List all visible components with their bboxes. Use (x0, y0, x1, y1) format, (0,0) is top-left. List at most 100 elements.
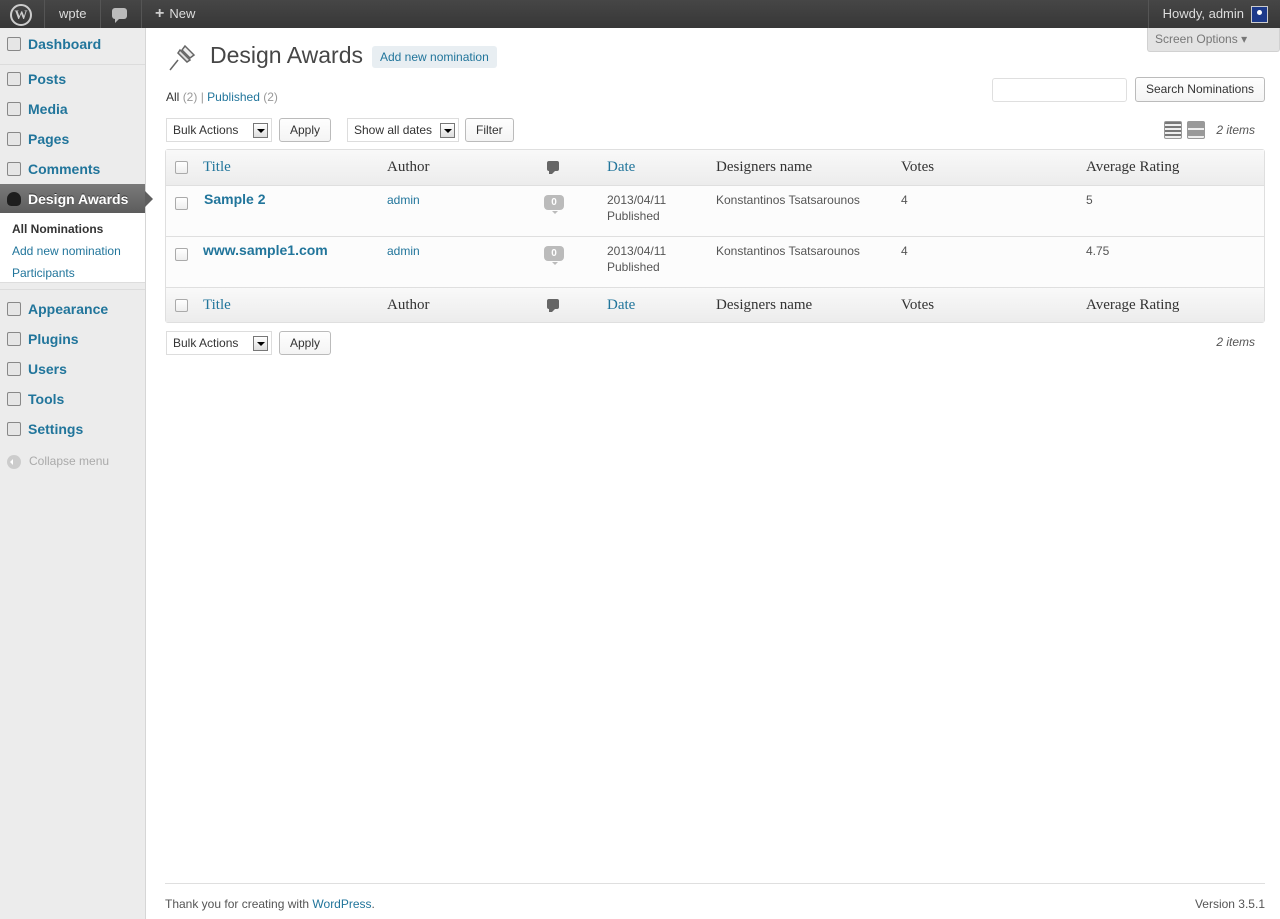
site-name-link[interactable]: wpte (59, 0, 86, 28)
post-status: Published (607, 260, 660, 274)
filter-published-link[interactable]: Published (207, 90, 260, 104)
sidebar-item-label: Design Awards (28, 191, 129, 207)
votes-cell: 4 (901, 193, 908, 207)
sidebar-item-label: Posts (28, 71, 67, 87)
column-designers-header: Designers name (716, 159, 813, 175)
column-title-header[interactable]: Title (203, 159, 231, 176)
sidebar-item-label: Pages (28, 131, 70, 147)
add-new-nomination-button[interactable]: Add new nomination (372, 46, 497, 68)
users-icon (7, 362, 21, 376)
collapse-menu-label: Collapse menu (29, 454, 110, 468)
nomination-title-link[interactable]: Sample 2 (204, 191, 265, 207)
admin-bar-divider (100, 0, 101, 28)
filter-button[interactable]: Filter (465, 118, 514, 142)
sidebar-item-label: Media (28, 101, 68, 117)
apply-button-bottom[interactable]: Apply (279, 331, 332, 355)
new-content-label: New (169, 6, 196, 21)
sidebar-item-plugins[interactable]: Plugins (0, 324, 145, 354)
column-date-header[interactable]: Date (607, 297, 635, 314)
row-checkbox[interactable] (175, 197, 188, 210)
list-view-icon[interactable] (1164, 121, 1182, 139)
sidebar-item-media[interactable]: Media (0, 94, 145, 124)
sidebar-item-users[interactable]: Users (0, 354, 145, 384)
howdy-account-menu[interactable]: Howdy, admin (1163, 0, 1244, 28)
submenu-add-new-nomination[interactable]: Add new nomination (12, 244, 121, 258)
rating-cell: 5 (1086, 193, 1093, 207)
submenu-participants[interactable]: Participants (12, 266, 75, 280)
column-designers-header: Designers name (716, 297, 813, 313)
apply-button-top[interactable]: Apply (279, 118, 332, 142)
bulk-actions-select-top[interactable]: Bulk Actions (166, 118, 272, 142)
award-icon (7, 192, 21, 206)
excerpt-view-icon[interactable] (1187, 121, 1205, 139)
sidebar-item-comments[interactable]: Comments (0, 154, 145, 184)
items-count-top: 2 items (1216, 123, 1255, 137)
sidebar-item-posts[interactable]: Posts (0, 64, 145, 94)
chevron-down-icon: ▾ (1241, 32, 1248, 46)
filter-all-count: (2) (182, 90, 198, 104)
pushpin-icon (169, 44, 196, 71)
wordpress-logo-icon[interactable]: W (10, 0, 34, 28)
main-content: Design Awards Add new nomination Screen … (146, 28, 1280, 919)
select-all-checkbox[interactable] (175, 299, 188, 312)
comments-column-icon (547, 299, 559, 312)
post-status: Published (607, 209, 660, 223)
filter-all-link[interactable]: All (166, 90, 179, 104)
column-title-header[interactable]: Title (203, 297, 231, 314)
nomination-title-link[interactable]: www.sample1.com (203, 242, 328, 258)
page-title: Design Awards (210, 42, 363, 68)
sidebar-item-dashboard[interactable]: Dashboard (0, 29, 145, 59)
date-value: 2013/04/11 (607, 244, 667, 258)
nominations-table: Title Author Date Designers name Votes A… (165, 149, 1265, 323)
table-footer: Title Author Date Designers name Votes A… (166, 287, 1264, 322)
screen-options-label: Screen Options (1155, 32, 1238, 46)
comments-icon (7, 162, 21, 176)
date-cell: 2013/04/11 Published (607, 243, 666, 275)
submenu-all-nominations[interactable]: All Nominations (12, 222, 103, 236)
comments-icon[interactable] (112, 0, 130, 28)
plus-icon: + (155, 5, 165, 22)
sidebar-item-label: Users (28, 361, 67, 377)
designers-cell: Konstantinos Tsatsarounos (716, 244, 860, 258)
date-cell: 2013/04/11 Published (607, 192, 666, 224)
footer-divider (165, 883, 1265, 884)
comments-column-icon (547, 161, 559, 174)
date-value: 2013/04/11 (607, 193, 667, 207)
sidebar-item-settings[interactable]: Settings (0, 414, 145, 444)
select-all-checkbox[interactable] (175, 161, 188, 174)
pages-icon (7, 132, 21, 146)
chevron-down-icon (253, 123, 268, 138)
admin-bar-divider (44, 0, 45, 28)
admin-bar-divider (1148, 0, 1149, 28)
bulk-actions-select-bottom[interactable]: Bulk Actions (166, 331, 272, 355)
comment-count-bubble[interactable]: 0 (544, 195, 564, 214)
sidebar-item-label: Comments (28, 161, 101, 177)
footer-period: . (371, 897, 375, 911)
sidebar-item-appearance[interactable]: Appearance (0, 294, 145, 324)
table-row: Sample 2 admin 0 2013/04/11 Published Kon… (166, 185, 1264, 236)
sidebar-item-tools[interactable]: Tools (0, 384, 145, 414)
comment-count-bubble[interactable]: 0 (544, 246, 564, 265)
author-link[interactable]: admin (387, 243, 420, 259)
footer-version: Version 3.5.1 (1194, 897, 1265, 911)
collapse-arrow-icon (7, 454, 21, 469)
wordpress-link[interactable]: WordPress (312, 897, 371, 911)
screen-options-button[interactable]: Screen Options ▾ (1147, 28, 1280, 52)
sidebar-item-pages[interactable]: Pages (0, 124, 145, 154)
column-author-header: Author (387, 159, 430, 175)
author-link[interactable]: admin (387, 192, 420, 208)
search-nominations-button[interactable]: Search Nominations (1134, 77, 1265, 102)
row-checkbox[interactable] (175, 248, 188, 261)
appearance-icon (7, 302, 21, 316)
dates-select[interactable]: Show all dates (347, 118, 459, 142)
collapse-menu-button[interactable]: Collapse menu (7, 454, 109, 469)
settings-icon (7, 422, 21, 436)
column-rating-header: Average Rating (1086, 159, 1180, 175)
sidebar-item-design-awards[interactable]: Design Awards (0, 184, 153, 214)
column-date-header[interactable]: Date (607, 159, 635, 176)
menu-separator (0, 289, 145, 290)
avatar[interactable] (1251, 6, 1268, 23)
tools-icon (7, 392, 21, 406)
new-content-button[interactable]: + New (155, 0, 195, 28)
search-input[interactable] (992, 78, 1127, 102)
